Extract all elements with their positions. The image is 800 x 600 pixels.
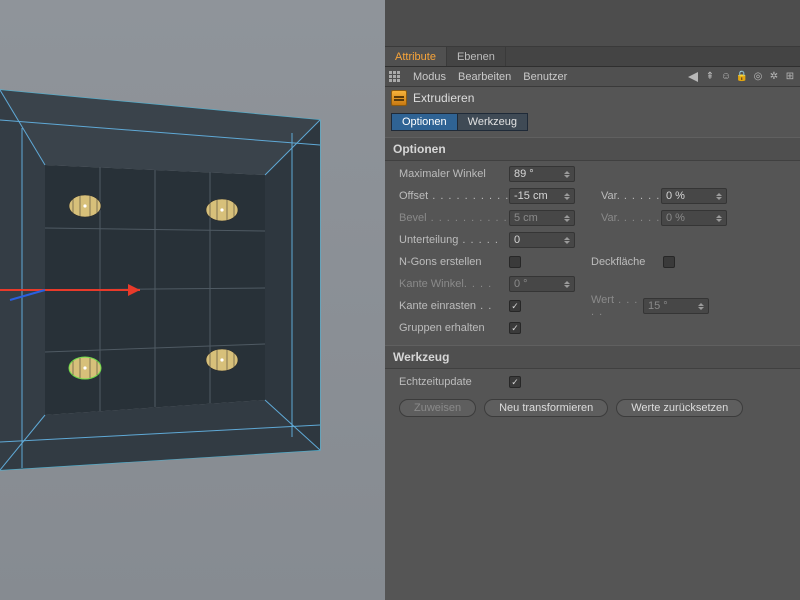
checkbox-gruppen[interactable]: ✓ <box>509 322 521 334</box>
panel-tabbar: Attribute Ebenen <box>385 47 800 67</box>
werkzeug-props: Echtzeitupdate ✓ <box>385 369 800 393</box>
section-optionen-header: Optionen <box>385 137 800 161</box>
checkbox-kante-einrasten[interactable]: ✓ <box>509 300 521 312</box>
tool-name: Extrudieren <box>413 91 474 105</box>
subtab-bar: Optionen Werkzeug <box>385 109 800 137</box>
label-unterteilung: Unterteilung . . . . . <box>399 234 509 246</box>
input-bevel[interactable]: 5 cm <box>509 210 575 226</box>
menu-benutzer[interactable]: Benutzer <box>523 71 567 83</box>
target-icon[interactable]: ◎ <box>752 71 764 83</box>
label-wert: Wert . . . . . <box>591 294 643 318</box>
label-kante-einrasten: Kante einrasten . . <box>399 300 509 312</box>
subtab-werkzeug[interactable]: Werkzeug <box>457 113 528 131</box>
button-zuweisen[interactable]: Zuweisen <box>399 399 476 417</box>
subtab-optionen[interactable]: Optionen <box>391 113 457 131</box>
menu-modus[interactable]: Modus <box>413 71 446 83</box>
checkbox-deckflaeche[interactable] <box>663 256 675 268</box>
lock-icon[interactable]: 🔒 <box>736 71 748 83</box>
subtab-werkzeug-label: Werkzeug <box>468 116 517 128</box>
input-var2[interactable]: 0 % <box>661 210 727 226</box>
input-unterteilung[interactable]: 0 <box>509 232 575 248</box>
label-var2: Var. . . . . . <box>601 212 661 224</box>
user-icon[interactable]: ☺ <box>720 71 732 83</box>
upload-icon[interactable]: ⇞ <box>704 71 716 83</box>
optionen-props: Maximaler Winkel 89 ° Offset . . . . . .… <box>385 161 800 345</box>
werkzeug-buttons: Zuweisen Neu transformieren Werte zurück… <box>385 393 800 427</box>
gear-icon[interactable]: ✲ <box>768 71 780 83</box>
button-werte-zuruecksetzen[interactable]: Werte zurücksetzen <box>616 399 743 417</box>
arrow-left-icon[interactable] <box>688 71 700 83</box>
input-offset[interactable]: -15 cm <box>509 188 575 204</box>
attribute-menubar: Modus Bearbeiten Benutzer ⇞ ☺ 🔒 ◎ ✲ ⊞ <box>385 67 800 87</box>
button-neu-transformieren[interactable]: Neu transformieren <box>484 399 608 417</box>
checkbox-ngons[interactable] <box>509 256 521 268</box>
label-offset: Offset . . . . . . . . . . <box>399 190 509 202</box>
grid-icon <box>389 71 401 83</box>
input-kante-winkel[interactable]: 0 ° <box>509 276 575 292</box>
menu-bearbeiten[interactable]: Bearbeiten <box>458 71 511 83</box>
subtab-optionen-label: Optionen <box>402 116 447 128</box>
expand-icon[interactable]: ⊞ <box>784 71 796 83</box>
input-var1[interactable]: 0 % <box>661 188 727 204</box>
tab-attribute[interactable]: Attribute <box>385 47 447 66</box>
label-var1: Var. . . . . . <box>601 190 661 202</box>
label-max-winkel: Maximaler Winkel <box>399 168 509 180</box>
extrude-icon <box>391 90 407 106</box>
label-ngons: N-Gons erstellen <box>399 256 509 268</box>
tab-attribute-label: Attribute <box>395 51 436 63</box>
tool-header: Extrudieren <box>385 87 800 109</box>
checkbox-echtzeit[interactable]: ✓ <box>509 376 521 388</box>
menubar-right-icons: ⇞ ☺ 🔒 ◎ ✲ ⊞ <box>688 71 796 83</box>
attribute-panel: Attribute Ebenen Modus Bearbeiten Benutz… <box>385 0 800 600</box>
label-echtzeit: Echtzeitupdate <box>399 376 509 388</box>
panel-topspacer <box>385 0 800 47</box>
label-deckflaeche: Deckfläche <box>591 256 663 268</box>
label-kante-winkel: Kante Winkel. . . . <box>399 278 509 290</box>
input-max-winkel[interactable]: 89 ° <box>509 166 575 182</box>
label-bevel: Bevel . . . . . . . . . . . <box>399 212 509 224</box>
label-gruppen: Gruppen erhalten <box>399 322 509 334</box>
tab-ebenen[interactable]: Ebenen <box>447 47 506 66</box>
tab-ebenen-label: Ebenen <box>457 51 495 63</box>
section-werkzeug-header: Werkzeug <box>385 345 800 369</box>
input-wert[interactable]: 15 ° <box>643 298 709 314</box>
viewport-3d[interactable] <box>0 0 385 600</box>
